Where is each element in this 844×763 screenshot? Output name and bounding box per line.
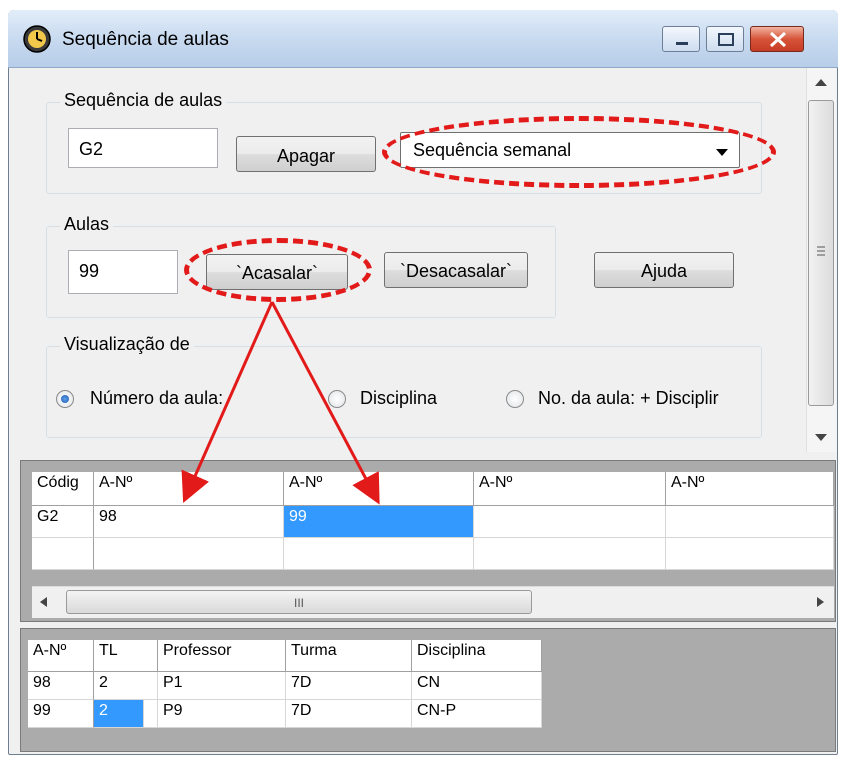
scroll-left-icon[interactable] (36, 594, 52, 610)
minimize-button[interactable] (662, 26, 700, 52)
lessons-cell[interactable]: 7D (286, 700, 412, 728)
sequence-code-input[interactable]: G2 (68, 128, 218, 168)
close-button[interactable] (750, 26, 804, 52)
scroll-right-icon[interactable] (812, 594, 828, 610)
view-group-label: Visualização de (60, 334, 194, 355)
grid-cell[interactable] (32, 538, 94, 570)
maximize-button[interactable] (706, 26, 744, 52)
grid-cell[interactable]: G2 (32, 506, 94, 538)
clock-icon (22, 24, 52, 54)
horizontal-scroll-thumb[interactable]: III (66, 590, 532, 614)
lessons-cell-pad (144, 700, 158, 728)
grid-cell[interactable] (474, 506, 666, 538)
lessons-cell[interactable]: 98 (28, 672, 94, 700)
grid-header-lesson: A-Nº (474, 472, 666, 506)
scroll-up-icon[interactable] (812, 76, 830, 90)
lessons-header-number: A-Nº (28, 640, 94, 672)
lessons-header-class: Turma (286, 640, 412, 672)
window-title: Sequência de aulas (62, 29, 229, 50)
vertical-scroll-thumb[interactable] (808, 100, 834, 406)
scroll-down-icon[interactable] (812, 430, 830, 444)
grid-header-lesson: A-Nº (284, 472, 474, 506)
lessons-header-discipline: Disciplina (412, 640, 542, 672)
close-icon (769, 31, 787, 48)
lessons-cell[interactable]: P9 (158, 700, 286, 728)
grid-cell[interactable] (474, 538, 666, 570)
lessons-cell[interactable]: 99 (28, 700, 94, 728)
lessons-cell[interactable]: CN-P (412, 700, 542, 728)
grid-cell[interactable] (94, 538, 284, 570)
select-highlight-circle (382, 116, 776, 188)
pair-button-highlight-circle (184, 238, 372, 302)
radio-lesson-number[interactable] (56, 390, 74, 408)
delete-button[interactable]: Apagar (236, 136, 376, 172)
lessons-cell[interactable]: CN (412, 672, 542, 700)
lessons-cell[interactable]: 2 (94, 672, 158, 700)
sequence-group-label: Sequência de aulas (60, 90, 227, 111)
unpair-button[interactable]: `Desacasalar` (384, 252, 528, 288)
grid-cell-selected[interactable]: 99 (284, 506, 474, 538)
radio-lesson-number-label: Número da aula: (90, 388, 224, 408)
help-button[interactable]: Ajuda (594, 252, 734, 288)
radio-lesson-and-discipline-label: No. da aula: + Disciplir (538, 388, 719, 408)
maximize-icon (718, 33, 734, 46)
grid-header-lesson: A-Nº (666, 472, 834, 506)
grid-cell[interactable]: 98 (94, 506, 284, 538)
radio-lesson-and-discipline[interactable] (506, 390, 524, 408)
grid-header-lesson: A-Nº (94, 472, 284, 506)
minimize-icon (676, 42, 688, 45)
radio-discipline-label: Disciplina (360, 388, 438, 408)
lessons-cell[interactable]: 7D (286, 672, 412, 700)
lessons-header-teacher: Professor (158, 640, 286, 672)
lessons-header-tl: TL (94, 640, 158, 672)
grid-cell[interactable] (666, 506, 834, 538)
radio-discipline[interactable] (328, 390, 346, 408)
lessons-cell[interactable]: P1 (158, 672, 286, 700)
grid-header-code: Códig (32, 472, 94, 506)
lessons-group-label: Aulas (60, 214, 114, 235)
lesson-number-input[interactable]: 99 (68, 250, 178, 294)
grid-cell[interactable] (666, 538, 834, 570)
grid-cell[interactable] (284, 538, 474, 570)
lessons-cell-selected[interactable]: 2 (94, 700, 144, 728)
